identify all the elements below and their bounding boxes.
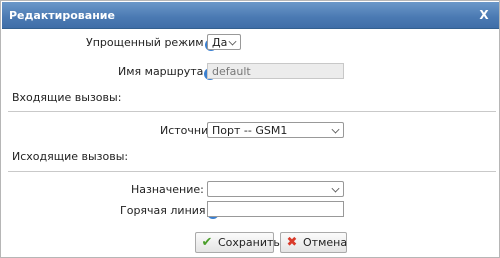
checkmark-icon: ✔ xyxy=(201,235,213,250)
chevron-down-icon xyxy=(331,125,340,134)
source-select[interactable]: Порт -- GSM1 xyxy=(207,122,344,138)
simplified-mode-value: Да xyxy=(212,36,228,49)
route-name-field[interactable]: default xyxy=(207,63,344,79)
save-button-label: Сохранить xyxy=(218,236,280,249)
incoming-divider xyxy=(8,111,496,112)
destination-label: Назначение: xyxy=(131,183,204,196)
destination-select[interactable] xyxy=(207,181,344,197)
simplified-mode-label: Упрощенный режим xyxy=(86,36,204,49)
x-icon: ✖ xyxy=(286,235,298,250)
hotline-label: Горячая линия xyxy=(120,204,206,217)
close-button[interactable]: X xyxy=(475,6,493,24)
simplified-mode-row: Упрощенный режимi: xyxy=(86,36,220,51)
cancel-button[interactable]: ✖ Отмена xyxy=(280,232,347,253)
route-name-row: Имя маршрутаi: xyxy=(118,65,220,80)
destination-row: Назначение: xyxy=(131,183,204,196)
hotline-input[interactable] xyxy=(207,201,344,217)
cancel-button-label: Отмена xyxy=(303,236,348,249)
save-button[interactable]: ✔ Сохранить xyxy=(195,232,280,253)
simplified-mode-select[interactable]: Да xyxy=(207,34,241,50)
route-name-label: Имя маршрута xyxy=(118,65,204,78)
outgoing-divider xyxy=(8,171,496,172)
source-value: Порт -- GSM1 xyxy=(212,124,288,137)
incoming-calls-heading: Входящие вызовы: xyxy=(12,91,122,104)
outgoing-calls-heading: Исходящие вызовы: xyxy=(12,150,129,163)
dialog-title: Редактирование xyxy=(9,9,115,22)
chevron-down-icon xyxy=(331,184,340,193)
chevron-down-icon xyxy=(228,37,237,46)
route-name-value: default xyxy=(212,65,251,78)
edit-dialog: Редактирование X Упрощенный режимi: Да И… xyxy=(0,0,500,258)
dialog-titlebar[interactable]: Редактирование X xyxy=(2,2,499,29)
